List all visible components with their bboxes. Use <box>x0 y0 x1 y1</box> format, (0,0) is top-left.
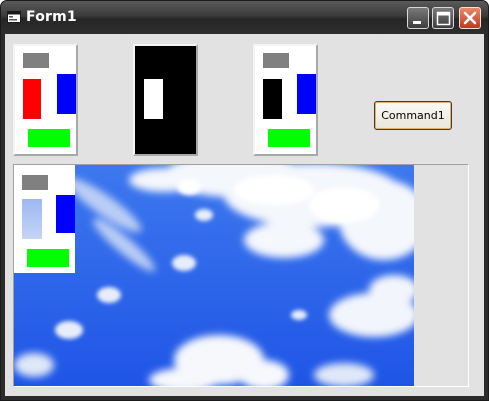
form-client-area: Command1 <box>5 34 484 396</box>
picture-box-large <box>13 164 469 387</box>
gray-block <box>23 53 49 68</box>
green-block <box>28 129 70 147</box>
form1-window: Form1 Command1 <box>0 0 489 401</box>
picture-box-1 <box>13 44 78 156</box>
picture-box-3 <box>253 44 318 156</box>
blue-block <box>56 195 75 233</box>
title-bar[interactable]: Form1 <box>1 1 488 34</box>
maximize-button[interactable] <box>432 7 454 29</box>
faded-block <box>22 199 42 239</box>
command1-button[interactable]: Command1 <box>374 101 452 130</box>
picture-box-overlay <box>14 165 75 273</box>
minimize-button[interactable] <box>407 7 429 29</box>
maximize-icon <box>436 11 451 26</box>
close-button[interactable] <box>459 7 481 29</box>
red-block <box>23 79 41 119</box>
green-block <box>268 129 310 147</box>
gray-block <box>22 175 48 190</box>
app-icon <box>7 11 21 23</box>
picture-box-2 <box>133 44 198 156</box>
black-block <box>263 79 282 119</box>
green-block <box>27 249 69 267</box>
white-block <box>144 79 163 119</box>
gray-block <box>263 53 289 68</box>
window-title: Form1 <box>26 9 77 25</box>
blue-block <box>297 74 316 114</box>
blue-block <box>57 74 76 114</box>
close-icon <box>463 11 477 25</box>
minimize-icon <box>413 21 421 24</box>
